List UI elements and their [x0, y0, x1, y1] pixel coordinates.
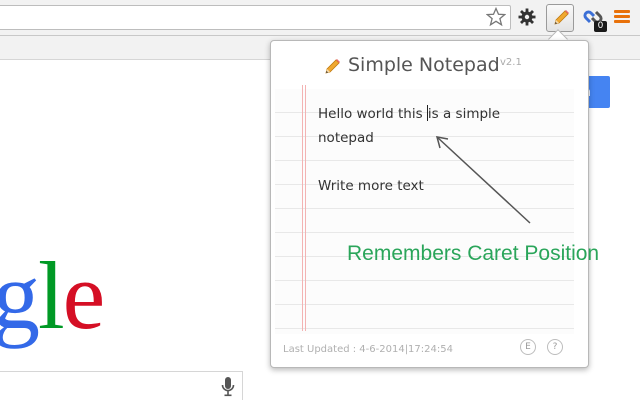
note-text-before-caret: Hello world this	[318, 106, 427, 122]
annotation-text: Remembers Caret Position	[347, 242, 600, 265]
logo-letter-l: l	[38, 242, 65, 349]
note-line: notepad	[318, 130, 374, 146]
note-line: Hello world this is a simple	[318, 102, 568, 126]
gear-icon[interactable]	[518, 8, 536, 26]
extension-badge: 0	[594, 21, 607, 32]
logo-letter-e: e	[62, 242, 106, 349]
e-button[interactable]: E	[520, 339, 536, 355]
pencil-icon	[325, 59, 340, 74]
note-line: ​	[318, 150, 568, 174]
version-label: v2.1	[500, 57, 522, 68]
simple-notepad-popup: Simple Notepad v2.1 Hello world this is …	[270, 40, 589, 368]
popup-header: Simple Notepad v2.1	[271, 41, 588, 89]
mic-icon[interactable]	[220, 376, 236, 398]
logo-letter-g: g	[0, 242, 40, 349]
simple-notepad-extension-button[interactable]	[546, 4, 574, 32]
menu-bar-1	[614, 10, 630, 13]
note-content[interactable]: Hello world this is a simple notepad ​ Writ…	[318, 102, 568, 198]
star-icon[interactable]	[486, 7, 506, 27]
address-bar[interactable]	[0, 5, 511, 30]
popup-title: Simple Notepad	[348, 54, 500, 76]
pencil-icon	[554, 10, 569, 25]
menu-bar-3	[614, 20, 630, 23]
menu-icon[interactable]	[614, 10, 630, 24]
help-button[interactable]: ?	[547, 339, 563, 355]
google-logo: gle	[0, 248, 105, 344]
margin-line	[302, 85, 303, 331]
note-line: Write more text	[318, 178, 424, 194]
menu-bar-2	[614, 15, 630, 18]
last-updated-label: Last Updated : 4-6-2014|17:24:54	[283, 344, 453, 355]
margin-line	[305, 85, 306, 331]
note-text-after-caret: is a simple	[427, 106, 501, 122]
google-search-input[interactable]	[0, 371, 243, 400]
